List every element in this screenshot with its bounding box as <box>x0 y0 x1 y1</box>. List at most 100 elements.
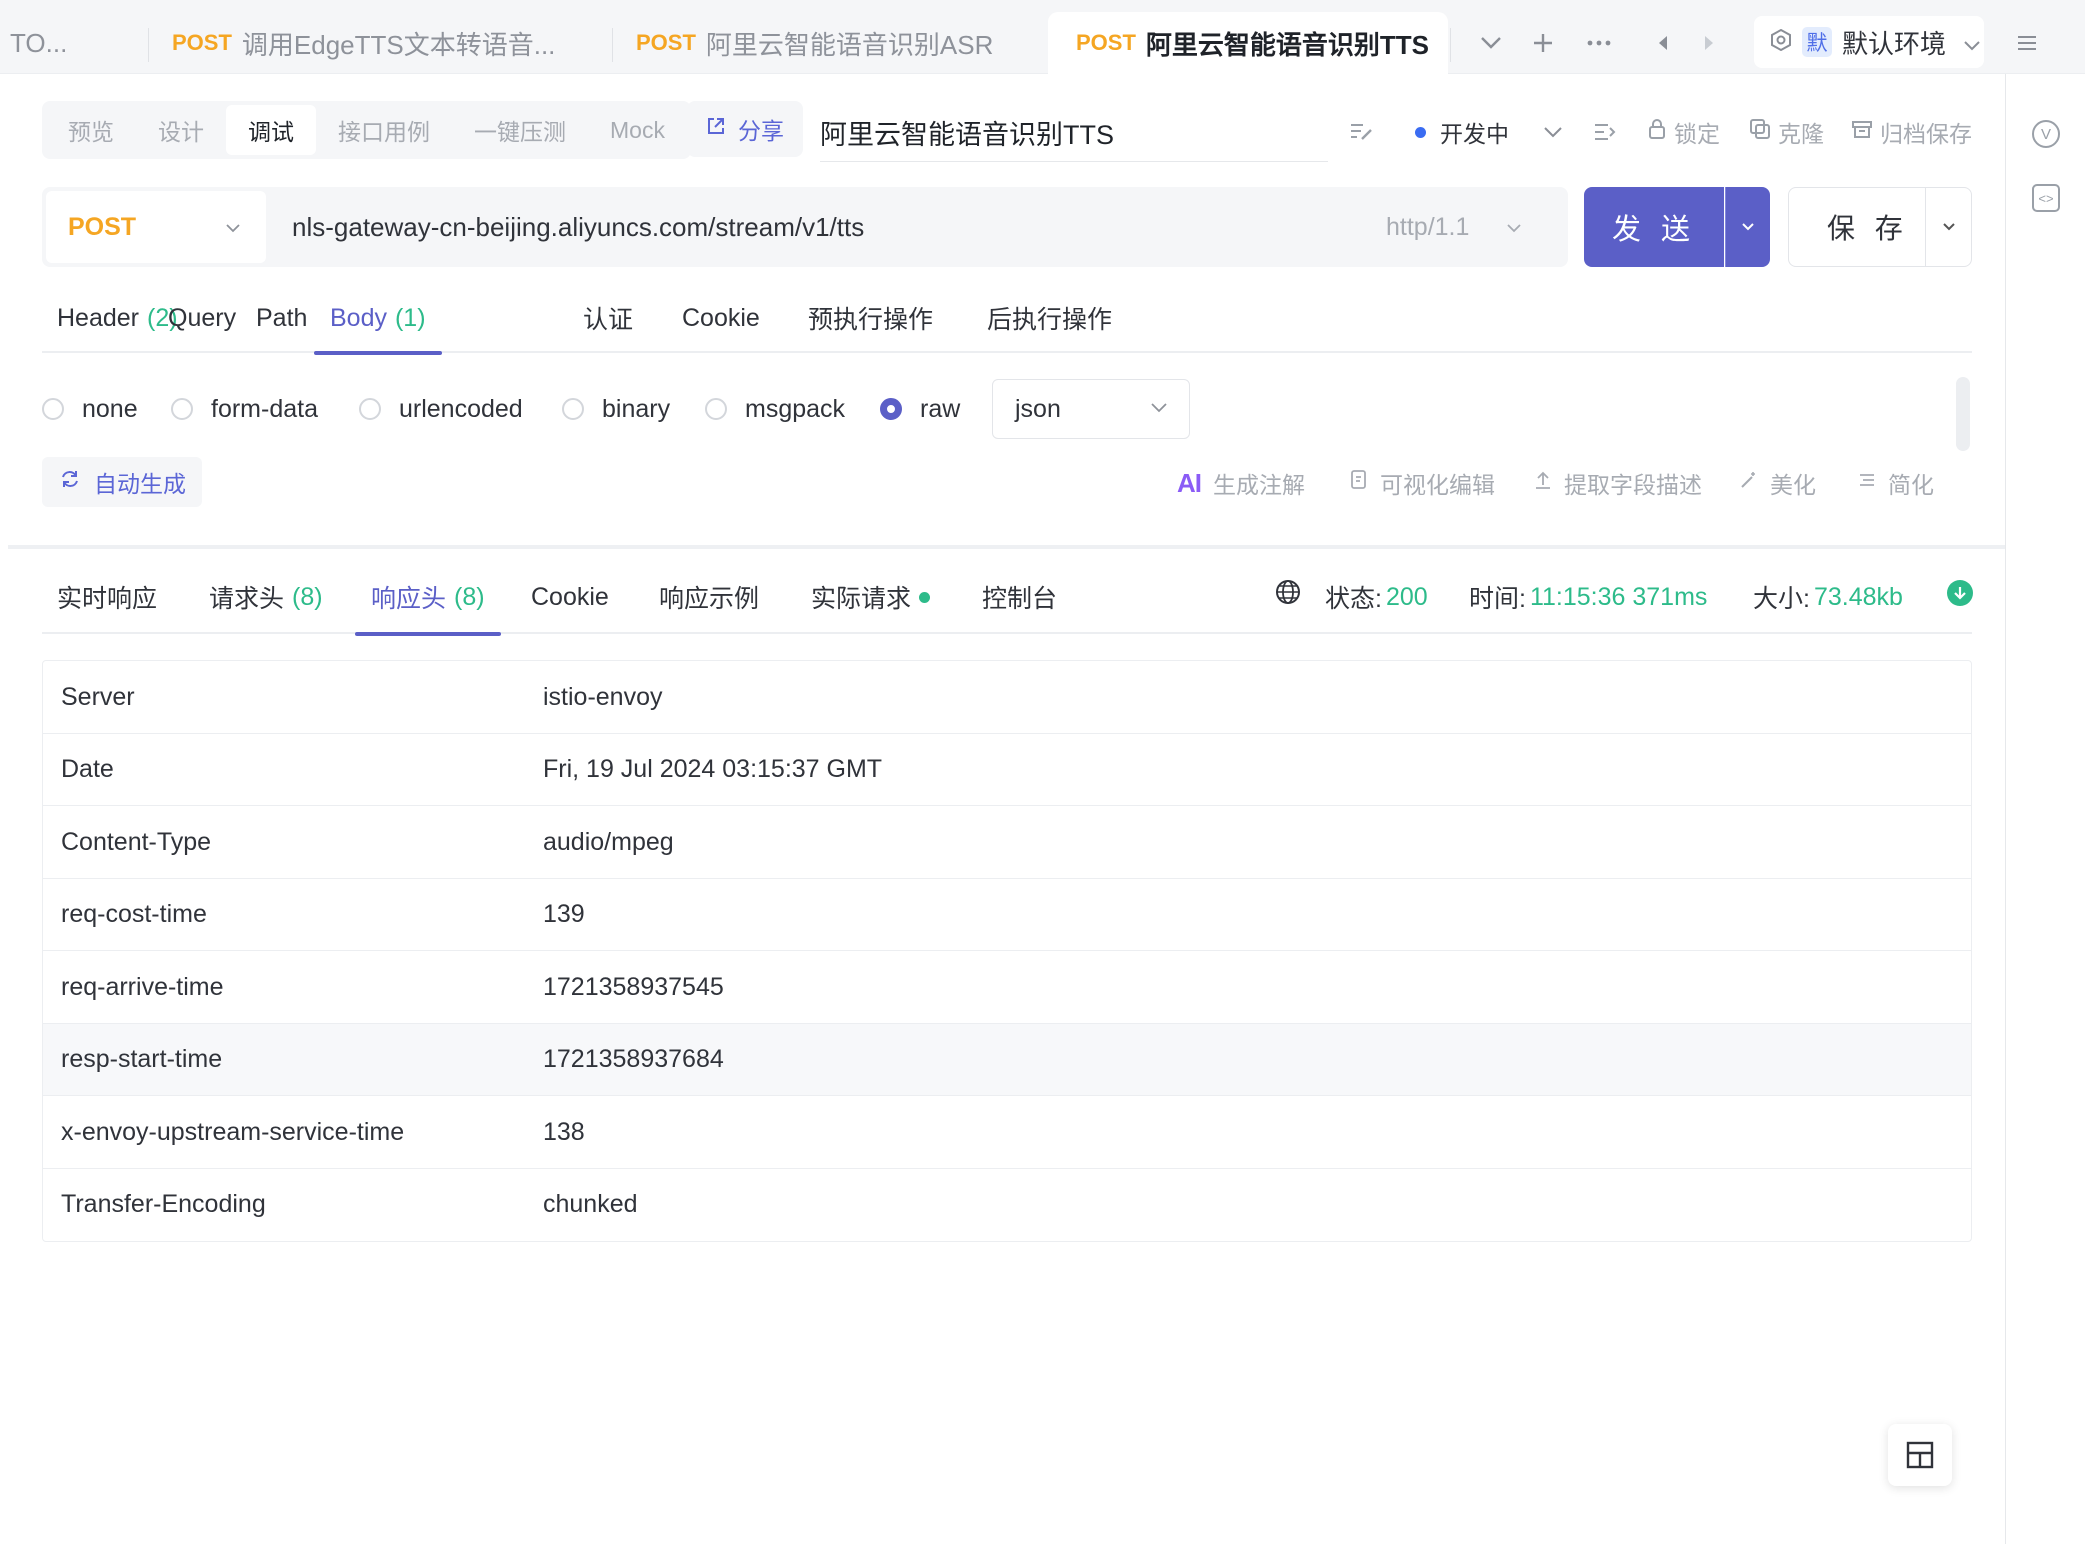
outline-icon[interactable] <box>1594 110 1616 154</box>
tab-divider <box>148 28 149 62</box>
clone-button[interactable]: 克隆 <box>1750 110 1824 154</box>
protocol-select[interactable]: http/1.1 <box>1386 187 1522 267</box>
tab-post-request[interactable]: 后执行操作 <box>987 283 1112 353</box>
ai-generate-comments-button[interactable]: AI 生成注解 <box>1177 463 1305 503</box>
method-select[interactable]: POST <box>46 191 266 263</box>
file-tab-asr[interactable]: POST 阿里云智能语音识别ASR <box>636 12 1036 74</box>
menu-icon[interactable] <box>2010 26 2044 60</box>
tab-debug[interactable]: 调试 <box>226 105 316 155</box>
archive-label: 归档保存 <box>1880 121 1972 147</box>
url-input[interactable]: nls-gateway-cn-beijing.aliyuncs.com/stre… <box>292 187 864 267</box>
clone-label: 克隆 <box>1778 121 1824 147</box>
tab-label: 预执行操作 <box>808 306 934 334</box>
file-tab-label: TO... <box>10 27 68 58</box>
tab-cookie[interactable]: Cookie <box>682 283 760 353</box>
clone-icon <box>1750 119 1770 145</box>
visual-edit-button[interactable]: 可视化编辑 <box>1350 463 1495 503</box>
send-options-dropdown[interactable] <box>1725 187 1770 267</box>
scroll-right-icon[interactable] <box>1692 26 1726 60</box>
env-badge: 默 <box>1802 27 1832 57</box>
radio-dot <box>359 398 381 420</box>
download-icon[interactable] <box>1947 580 1973 606</box>
radio-label: raw <box>920 394 961 423</box>
header-key: req-cost-time <box>61 900 207 928</box>
tab-header[interactable]: Header (2) <box>57 283 178 353</box>
radio-label: urlencoded <box>399 394 523 423</box>
body-type-raw[interactable]: raw <box>880 389 960 429</box>
header-value: Fri, 19 Jul 2024 03:15:37 GMT <box>543 755 883 783</box>
tab-pre-request[interactable]: 预执行操作 <box>808 283 933 353</box>
tab-console[interactable]: 控制台 <box>982 560 1057 634</box>
body-scrollbar[interactable] <box>1956 377 1970 451</box>
tab-divider <box>1450 28 1451 62</box>
more-icon[interactable] <box>1582 26 1616 60</box>
version-icon[interactable]: V <box>2032 120 2060 148</box>
tool-label: 生成注解 <box>1213 472 1305 498</box>
share-button[interactable]: 分享 <box>687 101 803 157</box>
refresh-icon <box>60 469 80 495</box>
lock-button[interactable]: 锁定 <box>1648 110 1720 154</box>
code-icon[interactable]: <> <box>2032 184 2060 212</box>
tab-label: Query <box>168 303 237 332</box>
layout-toggle-button[interactable] <box>1888 1424 1952 1486</box>
auto-generate-button[interactable]: 自动生成 <box>42 457 202 507</box>
chevron-down-icon[interactable] <box>1474 26 1508 60</box>
tab-design[interactable]: 设计 <box>136 105 226 155</box>
share-label: 分享 <box>738 118 784 144</box>
edit-description-icon[interactable] <box>1350 110 1374 154</box>
globe-icon[interactable] <box>1275 579 1301 605</box>
archive-button[interactable]: 归档保存 <box>1852 110 1972 154</box>
save-button-group: 保 存 <box>1788 187 1972 267</box>
tab-mock[interactable]: Mock <box>588 105 687 155</box>
response-time: 时间: 11:15:36 371ms <box>1469 560 1707 634</box>
file-tab-edgetts[interactable]: POST 调用EdgeTTS文本转语音... <box>172 12 612 74</box>
tab-auth[interactable]: 认证 <box>583 283 633 353</box>
tab-response-examples[interactable]: 响应示例 <box>659 560 759 634</box>
tab-preview[interactable]: 预览 <box>46 105 136 155</box>
table-row: Server istio-envoy <box>43 661 1971 734</box>
extract-field-desc-button[interactable]: 提取字段描述 <box>1534 463 1702 503</box>
file-tab-tts-active[interactable]: POST 阿里云智能语音识别TTS <box>1048 12 1448 74</box>
tab-load-test[interactable]: 一键压测 <box>452 105 588 155</box>
tab-label: 控制台 <box>982 585 1058 613</box>
send-button[interactable]: 发 送 <box>1584 187 1724 267</box>
header-value: chunked <box>543 1190 638 1218</box>
environment-select[interactable]: 默 默认环境 <box>1754 16 1984 68</box>
body-type-urlencoded[interactable]: urlencoded <box>359 389 523 429</box>
simplify-button[interactable]: 简化 <box>1858 463 1934 503</box>
header-key: Transfer-Encoding <box>61 1190 266 1218</box>
chevron-down-icon <box>1507 217 1522 238</box>
beautify-button[interactable]: 美化 <box>1740 463 1816 503</box>
tool-label: 可视化编辑 <box>1380 472 1495 498</box>
tab-response-cookie[interactable]: Cookie <box>531 560 609 634</box>
request-param-tabs: Header (2) Query Path Body (1) 认证 Cookie 预… <box>42 283 1972 355</box>
tab-response-headers[interactable]: 响应头 (8) <box>355 560 501 636</box>
body-type-binary[interactable]: binary <box>562 389 670 429</box>
tab-divider <box>612 28 613 62</box>
tab-test-cases[interactable]: 接口用例 <box>316 105 452 155</box>
tab-body[interactable]: Body (1) <box>314 283 442 355</box>
body-type-none[interactable]: none <box>42 389 138 429</box>
header-key: Date <box>61 755 114 783</box>
tab-live-response[interactable]: 实时响应 <box>57 560 157 634</box>
tab-actual-request[interactable]: 实际请求 <box>811 560 931 634</box>
save-button[interactable]: 保 存 <box>1827 188 1909 266</box>
table-row: x-envoy-upstream-service-time 138 <box>43 1096 1971 1169</box>
body-type-msgpack[interactable]: msgpack <box>705 389 845 429</box>
tool-label: 美化 <box>1770 472 1816 498</box>
api-name-input[interactable]: 阿里云智能语音识别TTS <box>820 104 1328 162</box>
file-tab-truncated[interactable]: TO... <box>10 12 140 74</box>
save-options-dropdown[interactable] <box>1925 188 1971 266</box>
chevron-down-icon <box>226 217 240 238</box>
tab-label: Header <box>57 303 139 332</box>
tab-request-headers[interactable]: 请求头 (8) <box>209 560 323 634</box>
add-tab-icon[interactable] <box>1526 26 1560 60</box>
raw-format-select[interactable]: json <box>992 379 1190 439</box>
panel-splitter[interactable] <box>8 545 2005 549</box>
tab-query[interactable]: Query <box>168 283 236 353</box>
status-select[interactable]: 开发中 <box>1415 110 1509 154</box>
tab-path[interactable]: Path <box>256 283 307 353</box>
body-type-form-data[interactable]: form-data <box>171 389 318 429</box>
scroll-left-icon[interactable] <box>1646 26 1680 60</box>
chevron-down-icon[interactable] <box>1544 110 1562 154</box>
